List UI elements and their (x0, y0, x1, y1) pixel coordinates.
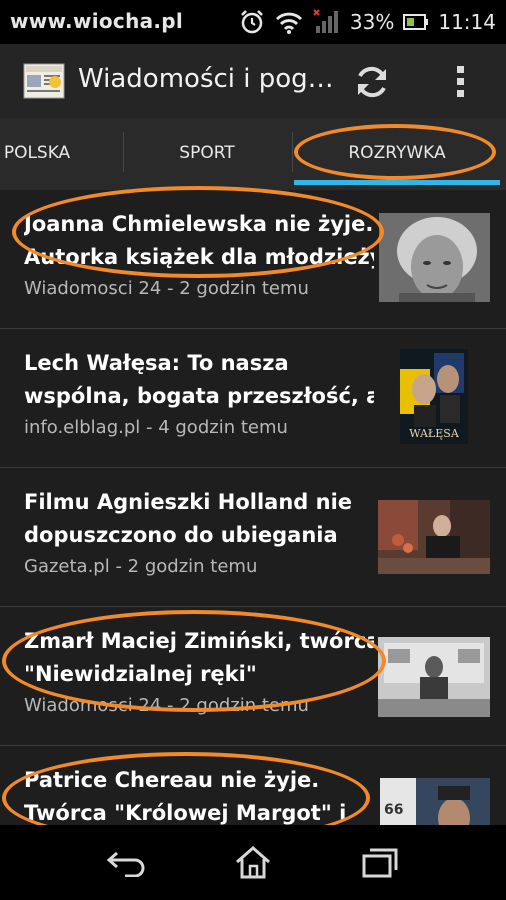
news-source: Gazeta.pl - 2 godzin temu (24, 556, 258, 577)
news-thumbnail (379, 213, 490, 302)
battery-icon (403, 13, 429, 31)
news-source: info.elblag.pl - 4 godzin temu (24, 417, 288, 438)
news-headline: Filmu Agnieszki Holland nie dopuszczono … (24, 490, 353, 547)
status-bar: www.wiocha.pl 33% 11:14 (0, 0, 506, 44)
category-tabs: POLSKA SPORT ROZRYWKA (0, 118, 506, 191)
wifi-icon (274, 9, 304, 35)
navigation-bar (0, 825, 506, 900)
clock: 11:14 (438, 10, 496, 34)
news-headline: Zmarł Maciej Zimiński, twórca "Niewidzia… (24, 629, 374, 686)
news-source: Wiadomosci 24 - 2 godzin temu (24, 695, 309, 716)
app-title: Wiadomości i pog… (78, 64, 334, 94)
tab-polska[interactable]: POLSKA (0, 118, 82, 188)
news-thumbnail (378, 637, 490, 717)
back-button[interactable] (96, 837, 156, 887)
thumbnail-caption: WAŁĘSA (409, 427, 459, 440)
selected-tab-indicator (294, 180, 500, 185)
news-thumbnail: WAŁĘSA (400, 349, 468, 444)
tab-divider (292, 132, 293, 172)
news-item[interactable]: Zmarł Maciej Zimiński, twórca "Niewidzia… (0, 607, 506, 746)
refresh-button[interactable] (346, 56, 398, 108)
recent-apps-button[interactable] (350, 837, 410, 887)
action-bar: Wiadomości i pog… (0, 44, 506, 118)
recent-apps-icon (362, 848, 398, 878)
overflow-menu-icon (457, 66, 464, 97)
news-headline: Lech Wałęsa: To nasza wspólna, bogata pr… (24, 351, 374, 408)
news-item[interactable]: Lech Wałęsa: To nasza wspólna, bogata pr… (0, 329, 506, 468)
home-icon (236, 846, 270, 879)
back-icon (106, 851, 145, 877)
watermark: www.wiocha.pl (10, 9, 184, 33)
news-item[interactable]: Filmu Agnieszki Holland nie dopuszczono … (0, 468, 506, 607)
tab-sport[interactable]: SPORT (124, 118, 290, 188)
alarm-icon (239, 9, 265, 35)
home-button[interactable] (223, 837, 283, 887)
news-thumbnail: 66 (380, 778, 490, 825)
status-icons: 33% 11:14 (239, 6, 496, 38)
tab-rozrywka[interactable]: ROZRYWKA (294, 118, 500, 188)
news-item[interactable]: Patrice Chereau nie żyje. Twórca "Królow… (0, 746, 506, 825)
battery-percent: 33% (349, 10, 395, 34)
news-item[interactable]: Joanna Chmielewska nie żyje. Autorka ksi… (0, 190, 506, 329)
news-headline: Patrice Chereau nie żyje. Twórca "Królow… (24, 768, 347, 825)
news-headline: Joanna Chmielewska nie żyje. Autorka ksi… (24, 212, 374, 269)
thumbnail-caption: 66 (384, 802, 404, 818)
news-source: Wiadomosci 24 - 2 godzin temu (24, 278, 309, 299)
refresh-icon (358, 66, 386, 98)
overflow-menu-button[interactable] (440, 56, 482, 108)
news-list: Joanna Chmielewska nie żyje. Autorka ksi… (0, 190, 506, 825)
google-news-logo-icon[interactable] (22, 61, 66, 101)
news-thumbnail (378, 500, 490, 574)
signal-icon (313, 9, 341, 35)
